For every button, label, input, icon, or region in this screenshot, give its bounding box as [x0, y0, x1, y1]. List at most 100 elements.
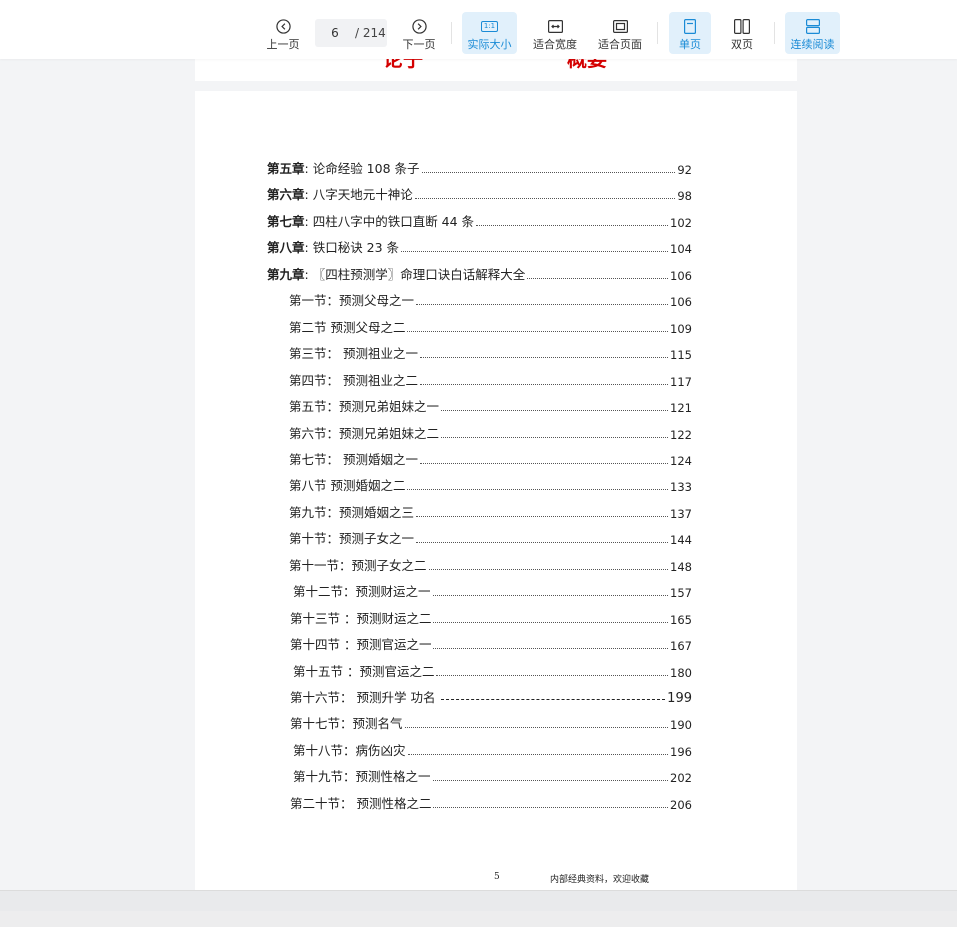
double-page-label: 双页: [731, 38, 753, 51]
toc-entry-text: 第六节：预测兄弟姐妹之二: [289, 425, 440, 441]
toc-page-number: 157: [670, 586, 692, 601]
toc-entry-title: 第十七节：预测名气: [290, 713, 403, 732]
toc-page-number: 206: [670, 797, 692, 812]
fit-page-button[interactable]: 适合页面: [594, 12, 646, 54]
toc-entry-title: 第十四节 ：预测官运之一: [290, 634, 431, 653]
toc-entry-title: 第十八节：病伤凶灾: [293, 740, 406, 759]
toc-entry-text: 第十节：预测子女之一: [289, 531, 415, 547]
bottom-scrollbar-area[interactable]: [0, 890, 957, 912]
toc-entry-text: 第十九节：预测性格之一: [293, 769, 431, 785]
toc-page-number: 148: [670, 559, 692, 574]
toc-leader: [419, 383, 669, 385]
toc-page-number: 144: [670, 533, 692, 548]
toc-entry[interactable]: 第八章: 铁口秘诀 23 条 104: [267, 238, 692, 256]
toc-leader: [416, 542, 669, 544]
single-page-button[interactable]: 单页: [669, 12, 711, 54]
footer-page-number: 5: [494, 872, 500, 882]
toolbar-divider: [774, 22, 775, 44]
toc-entry-text: 第十七节：预测名气: [290, 716, 403, 732]
toc-entry[interactable]: 第十七节：预测名气 190: [290, 714, 692, 732]
toc-leader: [404, 727, 669, 729]
toc-leader: [433, 648, 669, 650]
toc-page-number: 109: [670, 321, 692, 336]
toc-page-number: 117: [670, 374, 692, 389]
toc-entry[interactable]: 第七节： 预测婚姻之一 124: [289, 450, 692, 468]
single-page-label: 单页: [679, 38, 701, 51]
toc-page-number: 115: [670, 348, 692, 363]
fit-width-button[interactable]: 适合宽度: [528, 12, 582, 54]
toc-entry[interactable]: 第十三节 ：预测财运之二 165: [290, 609, 692, 627]
fit-width-label: 适合宽度: [533, 38, 577, 51]
toc-entry[interactable]: 第十五节 ：预测官运之二 180: [293, 662, 692, 680]
toc-entry[interactable]: 第一节：预测父母之一 106: [289, 291, 692, 309]
toc-entry-title: 第八章: 铁口秘诀 23 条: [267, 237, 399, 256]
toc-entry[interactable]: 第三节： 预测祖业之一 115: [289, 344, 692, 362]
toc-leader: [476, 224, 669, 226]
toc-entry-title: 第四节： 预测祖业之二: [289, 370, 418, 389]
toc-entry-title: 第六章: 八字天地元十神论: [267, 184, 413, 203]
toc-entry-title: 第二节 预测父母之二: [289, 317, 405, 336]
fit-page-icon: [612, 18, 628, 34]
toc-leader: [433, 621, 669, 623]
toc-entry[interactable]: 第十一节：预测子女之二 148: [289, 556, 692, 574]
toc-entry-title: 第八节 预测婚姻之二: [289, 475, 405, 494]
toc-entry[interactable]: 第九章: 〖四柱预测学〗命理口诀白话解释大全 106: [267, 265, 692, 283]
toc-leader: [428, 568, 669, 570]
actual-size-label: 实际大小: [467, 38, 512, 51]
toc-leader: [433, 806, 669, 808]
toc-entry[interactable]: 第四节： 预测祖业之二 117: [289, 371, 692, 389]
toc-entry[interactable]: 第五节：预测兄弟姐妹之一 121: [289, 397, 692, 415]
toc-entry[interactable]: 第七章: 四柱八字中的铁口直断 44 条 102: [267, 212, 692, 230]
prev-page-button[interactable]: 上一页: [262, 12, 304, 54]
toc-page-number: 98: [677, 189, 692, 204]
toc-leader: [416, 515, 669, 517]
toc-entry[interactable]: 第八节 预测婚姻之二 133: [289, 476, 692, 494]
next-page-button[interactable]: 下一页: [398, 12, 440, 54]
toc-entry-text: 第十八节：病伤凶灾: [293, 742, 406, 758]
prev-page-heading-part: ·: [494, 59, 501, 67]
toc-page-number: 180: [670, 665, 692, 680]
double-page-icon: [734, 18, 750, 34]
toc-leader: [432, 595, 669, 597]
toc-entry-title: 第三节： 预测祖业之一: [289, 343, 418, 362]
toc-entry-text: 第三节： 预测祖业之一: [289, 346, 418, 362]
prev-page-label: 上一页: [266, 38, 300, 51]
toc-entry[interactable]: 第十节：预测子女之一 144: [289, 529, 692, 547]
toolbar-divider: [451, 22, 452, 44]
current-page-input[interactable]: 6: [315, 26, 355, 40]
toc-entry[interactable]: 第五章: 论命经验 108 条子 92: [267, 159, 692, 177]
toc-entry[interactable]: 第二十节： 预测性格之二 206: [290, 794, 692, 812]
toc-entry-text: : 四柱八字中的铁口直断 44 条: [304, 213, 475, 229]
viewer-toolbar: 上一页 6 / 214 下一页 1:1 实际大小 适合宽度 适合页面 单页 双页…: [0, 0, 957, 59]
toc-entry-text: 第一节：预测父母之一: [289, 293, 415, 309]
toc-page-number: 133: [670, 480, 692, 495]
toc-entry[interactable]: 第十二节：预测财运之一 157: [293, 582, 692, 600]
toc-entry[interactable]: 第十九节：预测性格之一 202: [293, 767, 692, 785]
toc-leader: [441, 436, 669, 438]
toc-page-number: 121: [670, 401, 692, 416]
toc-entry-text: : 论命经验 108 条子: [304, 161, 420, 176]
actual-size-button[interactable]: 1:1 实际大小: [462, 12, 517, 54]
status-strip: [0, 911, 957, 927]
page-indicator: 6 / 214: [315, 19, 387, 47]
footer-note: 内部经典资料，欢迎收藏: [550, 875, 650, 885]
toc-entry-text: 第十四节 ：预测官运之一: [290, 637, 432, 653]
toc-entry[interactable]: 第六章: 八字天地元十神论 98: [267, 185, 692, 203]
previous-page-fragment: 论子 · 概要: [195, 59, 797, 81]
toc-entry-title: 第七节： 预测婚姻之一: [289, 449, 418, 468]
toc-entry[interactable]: 第十八节：病伤凶灾 196: [293, 741, 692, 759]
toc-leader: [407, 330, 669, 332]
toc-entry[interactable]: 第十四节 ：预测官运之一 167: [290, 635, 692, 653]
toc-entry-text: : 八字天地元十神论: [304, 187, 413, 203]
toc-entry-title: 第七章: 四柱八字中的铁口直断 44 条: [267, 211, 474, 230]
toc-entry[interactable]: 第六节：预测兄弟姐妹之二 122: [289, 424, 692, 442]
toc-entry-title: 第五节：预测兄弟姐妹之一: [289, 396, 439, 415]
toc-entry-text: 第八节 预测婚姻之二: [289, 478, 406, 494]
double-page-button[interactable]: 双页: [721, 12, 763, 54]
toc-entry[interactable]: 第二节 预测父母之二 109: [289, 318, 692, 336]
toc-entry[interactable]: 第九节：预测婚姻之三 137: [289, 503, 692, 521]
continuous-reading-button[interactable]: 连续阅读: [785, 12, 840, 54]
toc-entry[interactable]: 第十六节： 预测升学 功名 199: [290, 688, 692, 706]
single-page-icon: [684, 18, 696, 34]
toc-page-number: 190: [670, 718, 692, 733]
